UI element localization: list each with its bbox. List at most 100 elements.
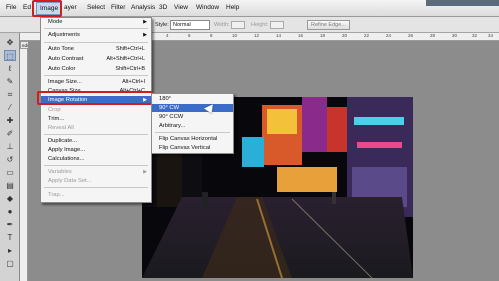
window-controls[interactable]: [426, 0, 499, 6]
menu-item-trap[interactable]: Trap...: [41, 191, 151, 199]
menu-item-label: Flip Canvas Vertical: [159, 145, 211, 151]
ruler-left: [20, 41, 28, 281]
menu-item-arbitrary[interactable]: Arbitrary...: [152, 122, 233, 130]
menu-separator: [155, 132, 230, 133]
menu-item-apply-image[interactable]: Apply Image...: [41, 146, 151, 154]
menu-item-label: Mode: [48, 19, 63, 25]
menu-item-rotate-90-ccw[interactable]: 90° CCW: [152, 113, 233, 121]
menu-analysis[interactable]: Analysis: [131, 4, 155, 11]
ruler-number: 8: [210, 33, 213, 38]
menu-window[interactable]: Window: [196, 4, 219, 11]
marquee-tool-icon[interactable]: ⬚: [4, 50, 16, 61]
menu-item-adjustments[interactable]: Adjustments ▶: [41, 31, 151, 39]
ruler-number: 22: [364, 33, 370, 38]
menu-item-crop[interactable]: Crop: [41, 106, 151, 114]
menu-help[interactable]: Help: [226, 4, 239, 11]
menu-item-mode[interactable]: Mode ▶: [41, 18, 151, 26]
menu-file[interactable]: File: [6, 4, 16, 11]
ruler-number: 4: [166, 33, 169, 38]
blur-tool-icon[interactable]: ◆: [4, 193, 16, 204]
menu-edit[interactable]: Ed: [23, 4, 31, 11]
ruler-number: 26: [408, 33, 414, 38]
lasso-tool-icon[interactable]: ℓ: [4, 63, 16, 74]
history-brush-tool-icon[interactable]: ↺: [4, 154, 16, 165]
move-tool-icon[interactable]: ✥: [4, 37, 16, 48]
menu-item-image-size[interactable]: Image Size... Alt+Ctrl+I: [41, 78, 151, 86]
menu-item-label: Reveal All: [48, 125, 74, 131]
menu-separator: [44, 42, 148, 43]
menu-item-trim[interactable]: Trim...: [41, 115, 151, 123]
menu-item-rotate-180[interactable]: 180°: [152, 95, 233, 103]
pen-tool-icon[interactable]: ✒: [4, 219, 16, 230]
menu-item-duplicate[interactable]: Duplicate...: [41, 137, 151, 145]
menu-item-label: Duplicate...: [48, 138, 77, 144]
menu-item-label: Trap...: [48, 192, 65, 198]
ruler-number: 16: [298, 33, 304, 38]
menu-item-label: Auto Contrast: [48, 56, 84, 62]
menu-item-apply-data-set[interactable]: Apply Data Set...: [41, 177, 151, 185]
menu-item-label: Adjustments: [48, 32, 80, 38]
menu-filter[interactable]: Filter: [111, 4, 125, 11]
type-tool-icon[interactable]: T: [4, 232, 16, 243]
menu-separator: [44, 28, 148, 29]
ruler-number: 14: [276, 33, 282, 38]
submenu-arrow-icon: ▶: [143, 169, 147, 175]
menu-3d[interactable]: 3D: [159, 4, 167, 11]
ruler-number: 24: [386, 33, 392, 38]
menu-item-reveal-all[interactable]: Reveal All: [41, 124, 151, 132]
menu-item-variables[interactable]: Variables ▶: [41, 168, 151, 176]
shape-tool-icon[interactable]: ▢: [4, 258, 16, 269]
width-label: Width:: [214, 22, 230, 28]
path-select-tool-icon[interactable]: ▸: [4, 245, 16, 256]
menu-separator: [44, 165, 148, 166]
menu-item-flip-vertical[interactable]: Flip Canvas Vertical: [152, 144, 233, 152]
style-select[interactable]: Normal: [170, 20, 210, 30]
menu-item-label: 90° CCW: [159, 114, 184, 120]
gradient-tool-icon[interactable]: ▤: [4, 180, 16, 191]
healing-tool-icon[interactable]: ✚: [4, 115, 16, 126]
ruler-number: 20: [342, 33, 348, 38]
menu-item-label: Apply Image...: [48, 147, 86, 153]
brush-tool-icon[interactable]: ✐: [4, 128, 16, 139]
menu-item-flip-horizontal[interactable]: Flip Canvas Horizontal: [152, 135, 233, 143]
highlight-image-rotation: [37, 91, 153, 105]
height-input[interactable]: [270, 21, 284, 29]
height-label: Height:: [251, 22, 269, 28]
ruler-number: 12: [254, 33, 260, 38]
ruler-number: 34: [488, 33, 494, 38]
crop-tool-icon[interactable]: ⌗: [4, 89, 16, 100]
tools-panel: ✥ ⬚ ℓ ✎ ⌗ ⁄ ✚ ✐ ⊥ ↺ ▭ ▤ ◆ ● ✒ T ▸ ▢: [0, 33, 20, 281]
ruler-number: 10: [232, 33, 238, 38]
menu-separator: [44, 134, 148, 135]
menu-item-auto-color[interactable]: Auto Color Shift+Ctrl+B: [41, 65, 151, 73]
menu-item-label: Flip Canvas Horizontal: [159, 136, 218, 142]
menu-item-calculations[interactable]: Calculations...: [41, 155, 151, 163]
refine-edge-button[interactable]: Refine Edge...: [307, 20, 350, 30]
menu-item-label: Apply Data Set...: [48, 178, 92, 184]
ruler-number: 32: [472, 33, 478, 38]
menu-select[interactable]: Select: [87, 4, 105, 11]
submenu-arrow-icon: ▶: [143, 19, 147, 25]
menu-layer[interactable]: ayer: [64, 4, 77, 11]
menu-item-label: Auto Tone: [48, 46, 75, 52]
menu-item-auto-contrast[interactable]: Auto Contrast Alt+Shift+Ctrl+L: [41, 55, 151, 63]
menu-separator: [44, 75, 148, 76]
ruler-number: 30: [452, 33, 458, 38]
ruler-number: 28: [430, 33, 436, 38]
menu-item-auto-tone[interactable]: Auto Tone Shift+Ctrl+L: [41, 45, 151, 53]
menu-item-rotate-90-cw[interactable]: 90° CW: [152, 104, 233, 112]
menu-item-label: 180°: [159, 96, 171, 102]
width-input[interactable]: [231, 21, 245, 29]
eraser-tool-icon[interactable]: ▭: [4, 167, 16, 178]
eyedropper-tool-icon[interactable]: ⁄: [4, 102, 16, 113]
quick-select-tool-icon[interactable]: ✎: [4, 76, 16, 87]
ruler-number: 6: [188, 33, 191, 38]
menu-item-label: Crop: [48, 107, 61, 113]
menu-item-label: Image Size...: [48, 79, 82, 85]
image-menu: Mode ▶ Adjustments ▶ Auto Tone Shift+Ctrl+L…: [40, 17, 152, 203]
dodge-tool-icon[interactable]: ●: [4, 206, 16, 217]
menu-view[interactable]: View: [174, 4, 188, 11]
menu-item-shortcut: Shift+Ctrl+L: [115, 46, 145, 52]
submenu-arrow-icon: ▶: [143, 32, 147, 38]
stamp-tool-icon[interactable]: ⊥: [4, 141, 16, 152]
